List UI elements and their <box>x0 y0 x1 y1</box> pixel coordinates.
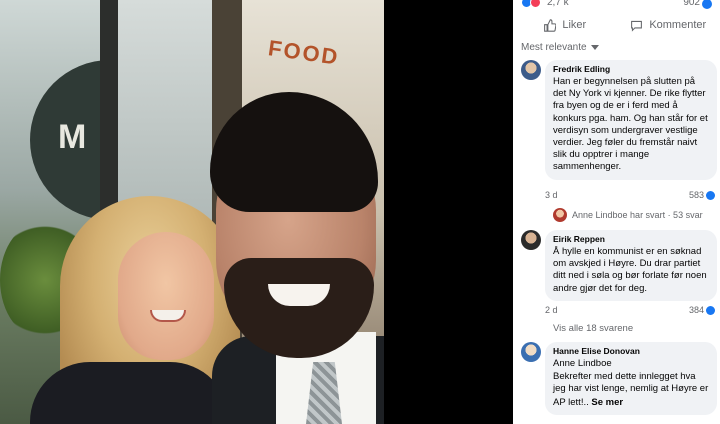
woman-face <box>118 232 214 360</box>
comment-author[interactable]: Eirik Reppen <box>553 234 709 245</box>
avatar[interactable] <box>521 60 541 80</box>
thumbs-up-icon <box>544 18 557 32</box>
comment-time[interactable]: 3 d <box>545 190 558 200</box>
comment-icon <box>631 20 643 32</box>
like-label: Liker <box>562 19 587 31</box>
reaction-summary-bar: 2,7 k 902 <box>513 0 720 10</box>
post-photo[interactable]: M FOOD <box>0 0 384 424</box>
comment-bubble: Fredrik Edling Han er begynnelsen på slu… <box>545 60 717 180</box>
view-all-replies-link[interactable]: Vis alle 18 svarene <box>553 323 633 334</box>
comment-text: Han er begynnelsen på slutten på det Ny … <box>553 76 708 173</box>
comment-button[interactable]: Kommenter <box>617 14 720 36</box>
awning-letter: M <box>58 118 87 156</box>
comment-likes[interactable]: 583 <box>689 190 716 200</box>
love-reaction-icon <box>530 0 541 8</box>
sort-label: Mest relevante <box>521 42 587 53</box>
comment-text: Bekrefter med dette innlegget hva jeg ha… <box>553 371 709 395</box>
comment-count[interactable]: 902 <box>683 0 700 8</box>
comment-author[interactable]: Hanne Elise Donovan <box>553 346 709 357</box>
avatar[interactable] <box>521 230 541 250</box>
reply-summary-text: Anne Lindboe har svart · 53 svar <box>572 210 703 220</box>
like-icon <box>706 190 716 200</box>
comment-label: Kommenter <box>649 19 707 31</box>
comment-bubble: Eirik Reppen Å hylle en kommunist er en … <box>545 230 717 301</box>
reaction-summary[interactable]: 2,7 k <box>521 0 569 8</box>
comment-text: Å hylle en kommunist er en søknad om avs… <box>553 246 707 294</box>
like-icon <box>706 305 716 315</box>
like-button[interactable]: Liker <box>513 14 617 36</box>
chevron-down-icon <box>590 45 599 50</box>
like-count: 384 <box>689 305 705 315</box>
reply-avatar <box>553 208 567 222</box>
like-count: 583 <box>689 190 705 200</box>
comments-panel: 2,7 k 902 Liker Kommenter Mest relevante… <box>513 0 720 424</box>
share-icon <box>702 0 712 9</box>
woman-jacket <box>30 362 230 424</box>
avatar[interactable] <box>521 342 541 362</box>
comment-author[interactable]: Fredrik Edling <box>553 64 709 75</box>
comment-text-tail: AP lett!.. <box>553 396 589 408</box>
post-actions: Liker Kommenter <box>513 14 720 36</box>
comment-text-last: AP lett!.. Se mer <box>553 397 709 409</box>
comment-sort-dropdown[interactable]: Mest relevante <box>521 42 599 53</box>
comment-time[interactable]: 2 d <box>545 305 558 315</box>
see-more-link[interactable]: Se mer <box>591 397 623 408</box>
reaction-count: 2,7 k <box>547 0 569 8</box>
comment-mention[interactable]: Anne Lindboe <box>553 358 709 370</box>
comment-likes[interactable]: 384 <box>689 305 716 315</box>
comment-bubble: Hanne Elise Donovan Anne Lindboe Bekreft… <box>545 342 717 415</box>
reply-summary[interactable]: Anne Lindboe har svart · 53 svar <box>553 208 703 222</box>
